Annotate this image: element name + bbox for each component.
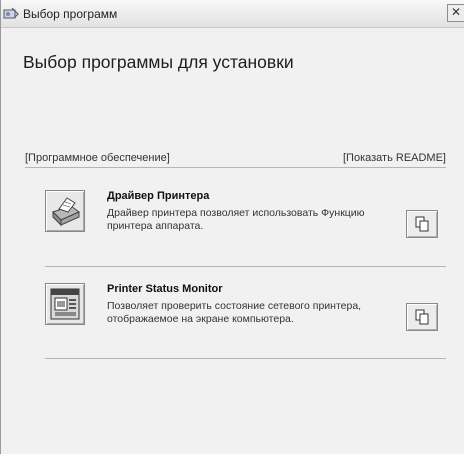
item-description: Драйвер принтера позволяет использовать … [107, 207, 365, 232]
list-item-printer-driver: Драйвер Принтера Драйвер принтера позвол… [45, 190, 446, 250]
page-title: Выбор программы для установки [23, 52, 294, 72]
close-button[interactable]: ✕ [447, 4, 464, 22]
software-link[interactable]: [Программное обеспечение] [25, 152, 170, 164]
item-title: Драйвер Принтера [107, 190, 210, 202]
show-readme-link[interactable]: [Показать README] [343, 152, 446, 164]
item-description: Позволяет проверить состояние сетевого п… [107, 300, 362, 325]
printer-icon [46, 194, 84, 228]
document-copy-icon [407, 216, 437, 232]
link-bar: [Программное обеспечение] [Показать READ… [25, 152, 446, 164]
status-monitor-icon [46, 287, 84, 321]
printer-driver-readme-button[interactable] [406, 210, 438, 238]
item-title: Printer Status Monitor [107, 283, 223, 295]
list-item-status-monitor: Printer Status Monitor Позволяет провери… [45, 283, 446, 343]
install-status-monitor-button[interactable] [45, 283, 85, 325]
status-monitor-readme-button[interactable] [406, 303, 438, 331]
document-copy-icon [407, 309, 437, 325]
divider [25, 167, 446, 168]
installer-window: Выбор программ ✕ Выбор программы для уст… [0, 0, 464, 454]
install-printer-driver-button[interactable] [45, 190, 85, 232]
app-icon [3, 6, 19, 22]
divider [45, 266, 446, 267]
divider [45, 358, 446, 359]
title-bar: Выбор программ ✕ [1, 0, 464, 28]
window-title: Выбор программ [23, 6, 118, 21]
